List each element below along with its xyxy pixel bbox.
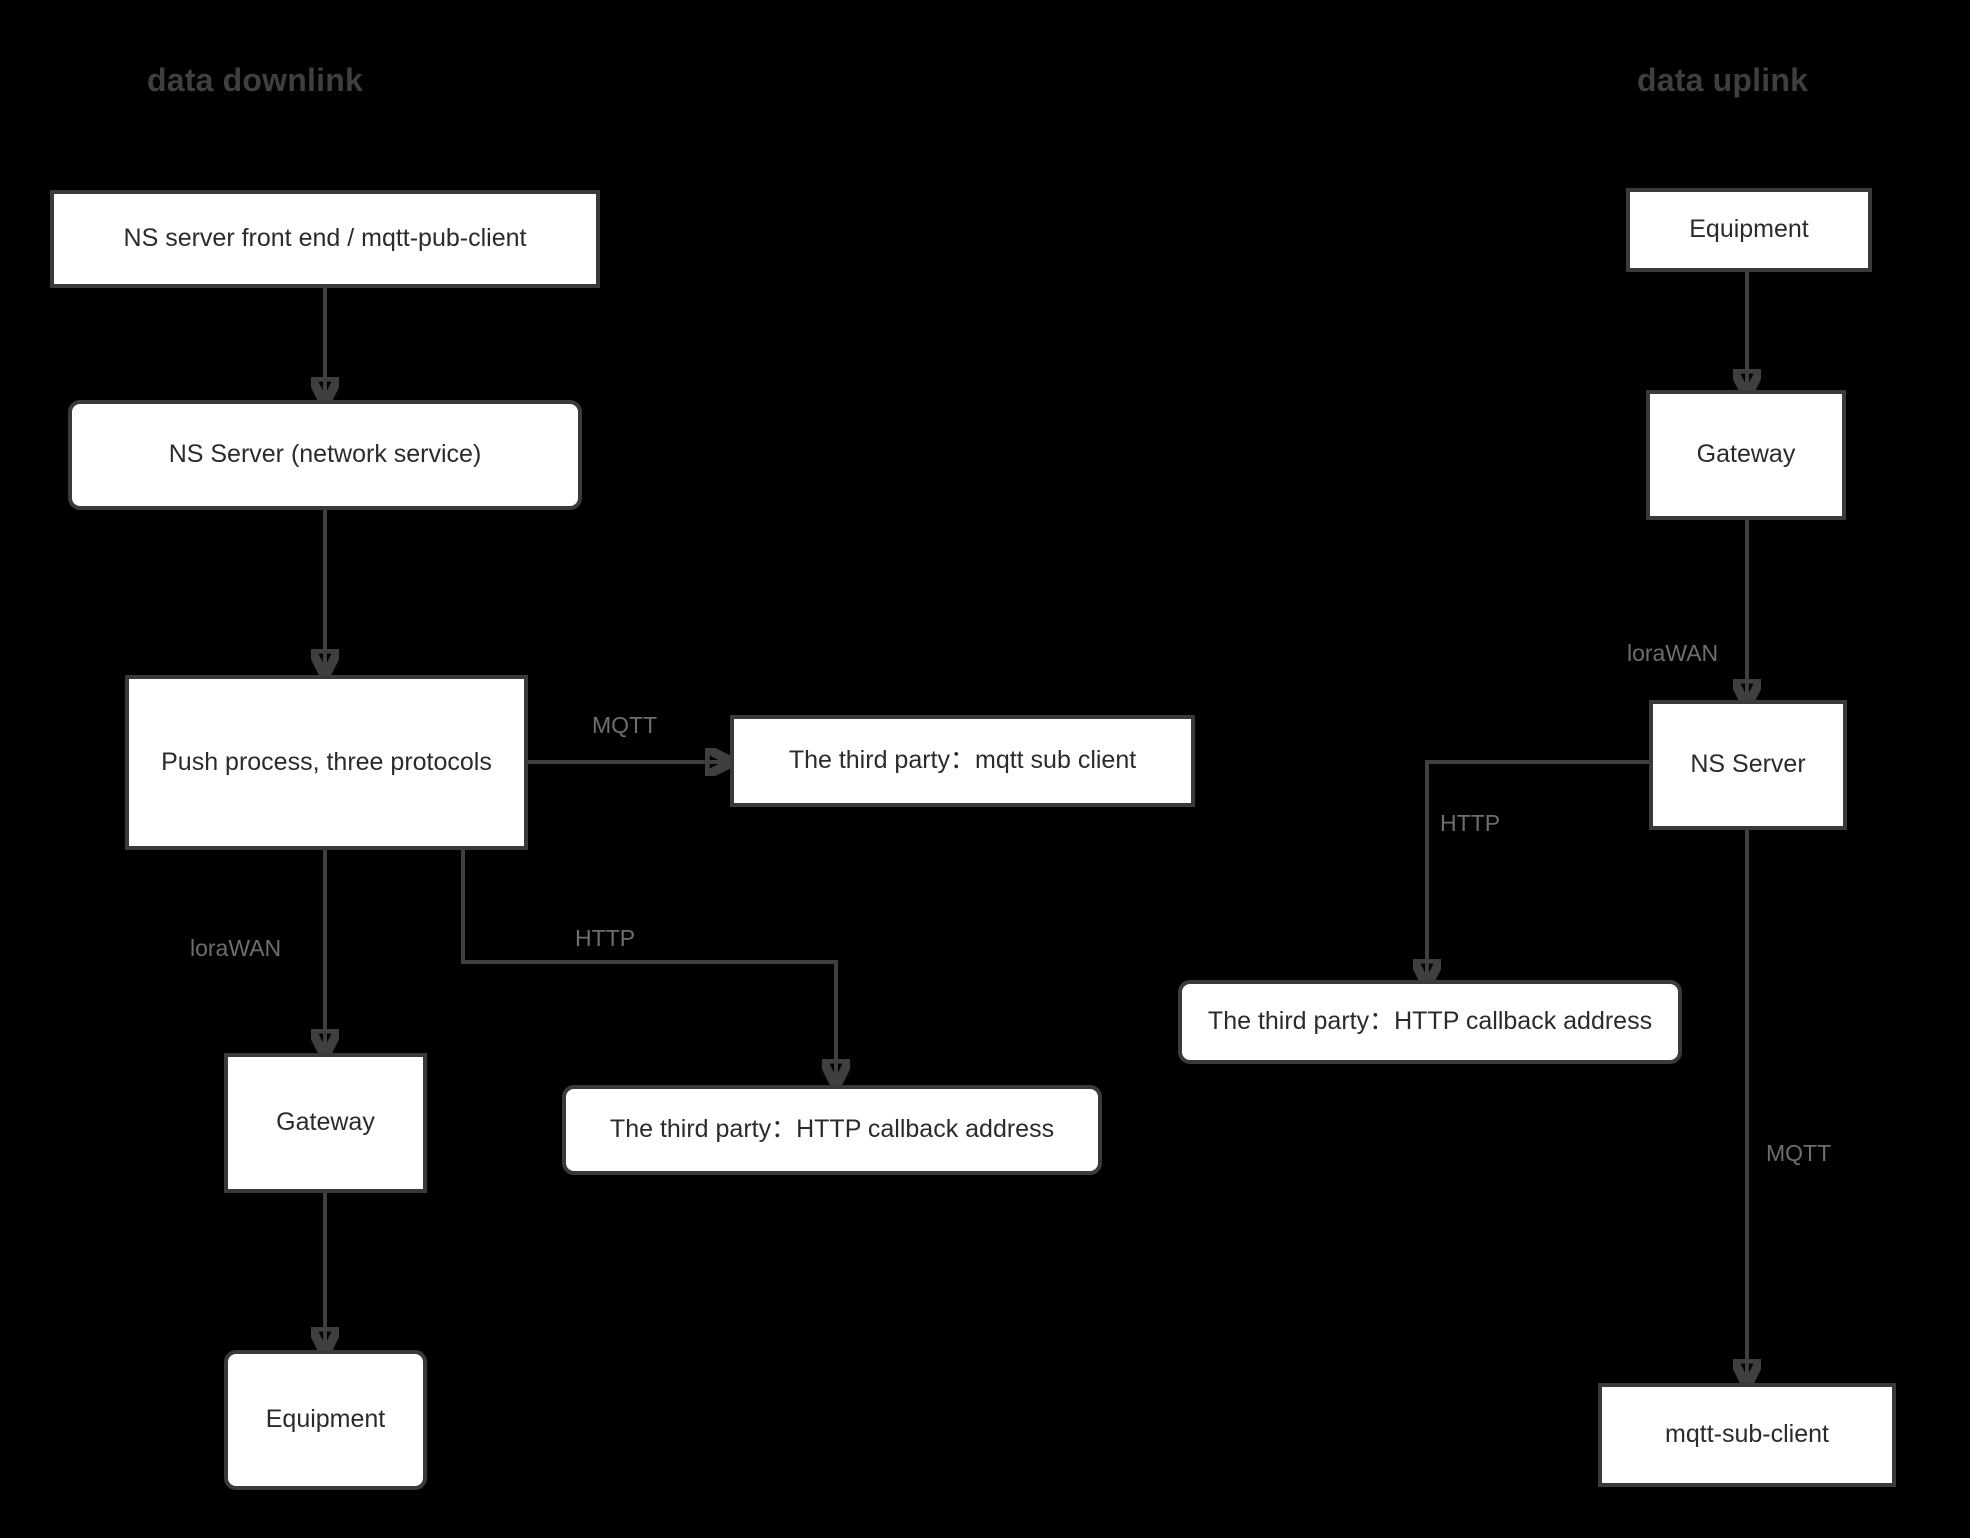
node-ns-server-uplink[interactable]: NS Server	[1649, 700, 1847, 830]
node-equipment-downlink[interactable]: Equipment	[224, 1350, 427, 1490]
node-gateway-uplink[interactable]: Gateway	[1646, 390, 1846, 520]
node-third-party-http-callback-uplink[interactable]: The third party：HTTP callback address	[1178, 980, 1682, 1064]
node-third-party-http-callback-downlink[interactable]: The third party：HTTP callback address	[562, 1085, 1102, 1175]
node-ns-server-network-service[interactable]: NS Server (network service)	[68, 400, 582, 510]
edge-label-mqtt-downlink: MQTT	[592, 712, 658, 738]
edge-label-lorawan-downlink: loraWAN	[190, 935, 282, 961]
title-data-downlink: data downlink	[147, 62, 363, 98]
edge-uplink-nsserver-to-http-callback	[1427, 760, 1650, 980]
diagram-canvas: data downlink data uplink NS server fron…	[0, 0, 1970, 1538]
edge-label-http-downlink: HTTP	[575, 925, 636, 951]
edge-label-mqtt-uplink: MQTT	[1766, 1140, 1832, 1166]
edge-label-http-uplink: HTTP	[1440, 810, 1501, 836]
node-gateway-downlink[interactable]: Gateway	[224, 1053, 427, 1193]
node-mqtt-sub-client-uplink[interactable]: mqtt-sub-client	[1598, 1383, 1896, 1487]
node-ns-server-front-end[interactable]: NS server front end / mqtt-pub-client	[50, 190, 600, 288]
node-push-process[interactable]: Push process, three protocols	[125, 675, 528, 850]
title-data-uplink: data uplink	[1637, 62, 1809, 98]
edge-push-to-http-callback	[461, 850, 836, 1080]
node-third-party-mqtt-sub-client[interactable]: The third party：mqtt sub client	[730, 715, 1195, 807]
edge-label-lorawan-uplink: loraWAN	[1627, 640, 1719, 666]
node-equipment-uplink[interactable]: Equipment	[1626, 188, 1872, 272]
